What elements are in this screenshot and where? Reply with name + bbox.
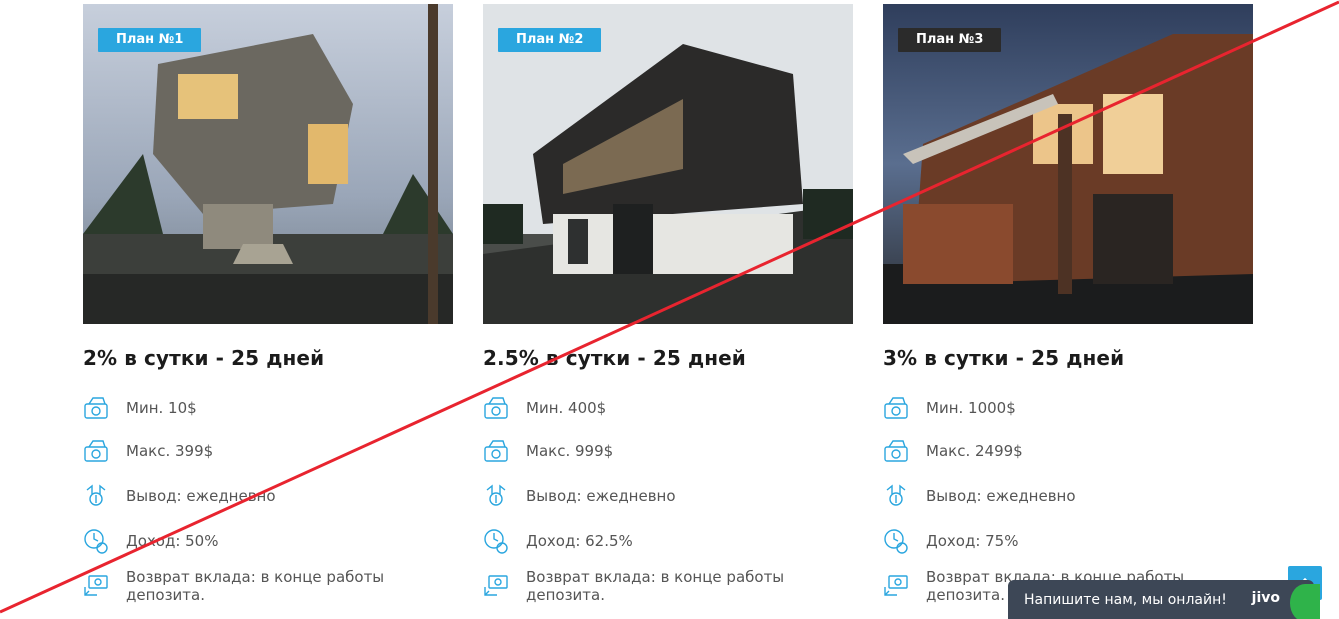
feature-text: Мин. 10$ (126, 399, 197, 417)
feature-return: Возврат вклада: в конце работы депозита. (483, 563, 853, 608)
feature-withdraw: Вывод: ежедневно (483, 473, 853, 518)
feature-min: Мин. 400$ (483, 388, 853, 428)
feature-income: Доход: 50% (83, 518, 453, 563)
money-stack-icon (884, 439, 908, 462)
feature-min: Мин. 10$ (83, 388, 453, 428)
plan-card-3: План №3 3% в сутки - 25 дней Мин. 1000$ … (883, 4, 1253, 608)
plan-badge: План №3 (898, 28, 1002, 52)
feature-text: Мин. 1000$ (926, 399, 1016, 417)
feature-income: Доход: 75% (883, 518, 1253, 563)
feature-text: Макс. 399$ (126, 441, 214, 460)
feature-text: Вывод: ежедневно (526, 486, 676, 505)
feature-text: Вывод: ежедневно (126, 486, 276, 505)
feature-text: Вывод: ежедневно (926, 486, 1076, 505)
feature-return: Возврат вклада: в конце работы депозита. (83, 563, 453, 608)
feature-min: Мин. 1000$ (883, 388, 1253, 428)
feature-max: Макс. 999$ (483, 428, 853, 473)
plan-card-1: План №1 2% в сутки - 25 дней Мин. 10$ Ма… (83, 4, 453, 608)
deposit-return-icon (84, 574, 108, 596)
feature-text: Возврат вклада: в конце работы депозита. (526, 567, 785, 604)
money-stack-icon (84, 439, 108, 462)
feature-max: Макс. 399$ (83, 428, 453, 473)
withdraw-icon (886, 484, 906, 506)
clock-dollar-icon (484, 528, 508, 554)
plan-features: Мин. 400$ Макс. 999$ Вывод: ежедневно До… (483, 388, 853, 608)
withdraw-icon (486, 484, 506, 506)
plan-2-photo: План №2 (483, 4, 853, 324)
chat-brand-logo: jivo (1251, 590, 1280, 606)
deposit-return-icon (484, 574, 508, 596)
plan-features: Мин. 1000$ Макс. 2499$ Вывод: ежедневно … (883, 388, 1253, 608)
feature-text: Возврат вклада: в конце работы депозита. (126, 567, 385, 604)
withdraw-icon (86, 484, 106, 506)
plan-title: 2% в сутки - 25 дней (83, 346, 325, 370)
live-chat-widget[interactable]: Напишите нам, мы онлайн! jivo (1008, 580, 1320, 619)
money-stack-icon (84, 397, 108, 419)
feature-text: Доход: 50% (126, 531, 219, 550)
money-stack-icon (484, 397, 508, 419)
feature-withdraw: Вывод: ежедневно (83, 473, 453, 518)
chat-prompt-text: Напишите нам, мы онлайн! (1024, 591, 1227, 608)
plan-1-photo: План №1 (83, 4, 453, 324)
feature-text: Доход: 75% (926, 531, 1019, 550)
chat-status-indicator (1290, 584, 1320, 619)
plan-badge: План №1 (98, 28, 202, 52)
clock-dollar-icon (884, 528, 908, 554)
deposit-return-icon (884, 574, 908, 596)
feature-text: Макс. 999$ (526, 441, 614, 460)
clock-dollar-icon (84, 528, 108, 554)
money-stack-icon (884, 397, 908, 419)
plan-3-photo: План №3 (883, 4, 1253, 324)
plan-title: 2.5% в сутки - 25 дней (483, 346, 746, 370)
feature-income: Доход: 62.5% (483, 518, 853, 563)
plan-title: 3% в сутки - 25 дней (883, 346, 1125, 370)
plan-card-2: План №2 2.5% в сутки - 25 дней Мин. 400$… (483, 4, 853, 608)
feature-text: Макс. 2499$ (926, 441, 1023, 460)
plan-features: Мин. 10$ Макс. 399$ Вывод: ежедневно Дох… (83, 388, 453, 608)
feature-text: Доход: 62.5% (526, 531, 633, 550)
feature-withdraw: Вывод: ежедневно (883, 473, 1253, 518)
plans-grid: План №1 2% в сутки - 25 дней Мин. 10$ Ма… (83, 4, 1253, 608)
feature-text: Мин. 400$ (526, 399, 607, 417)
feature-max: Макс. 2499$ (883, 428, 1253, 473)
plan-badge: План №2 (498, 28, 602, 52)
money-stack-icon (484, 439, 508, 462)
